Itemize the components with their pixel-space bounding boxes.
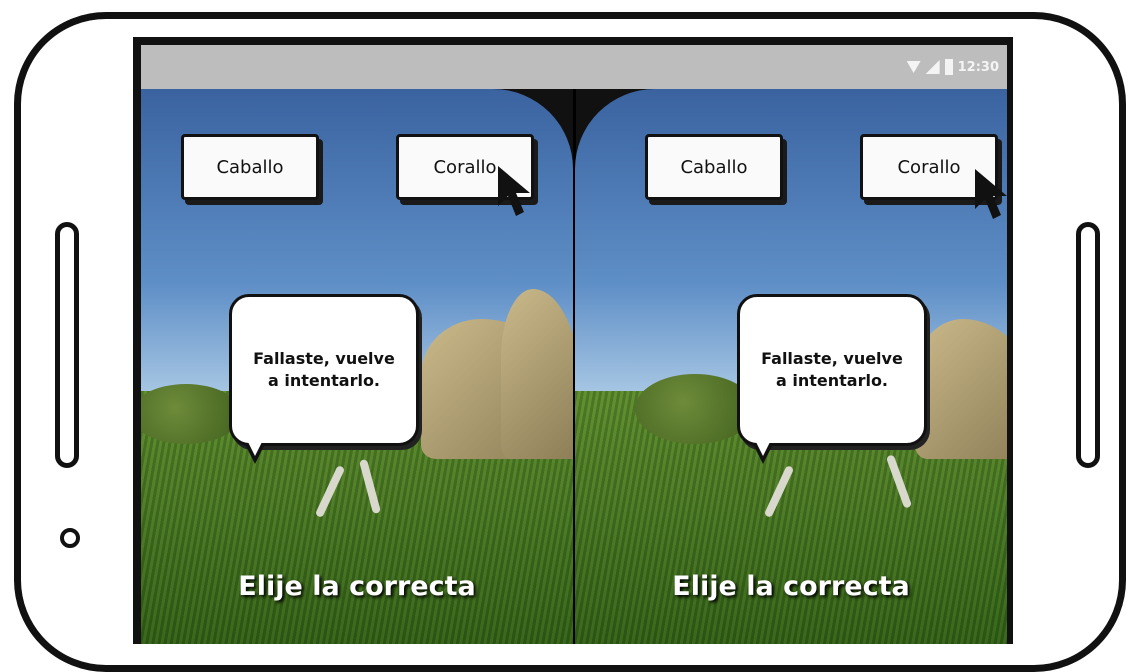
front-camera-dot (60, 528, 80, 548)
option-button-caballo[interactable]: Caballo (181, 134, 319, 200)
status-bar: 12:30 (141, 45, 1007, 89)
bubble-tail-fill (248, 442, 262, 456)
pointer-cursor-icon (975, 169, 1007, 219)
vr-view-right: Caballo Corallo Fallaste, vuelve a inten… (575, 89, 1007, 644)
battery-icon (944, 59, 953, 75)
wifi-icon (906, 61, 921, 73)
feedback-bubble: Fallaste, vuelve a intentarlo. (737, 294, 927, 446)
rock-cliff (501, 289, 573, 459)
vr-view-left: Caballo Corallo Fallaste, vuelve a inten… (141, 89, 573, 644)
phone-screen: 12:30 Caballo Corallo Fallaste, vuelve a… (133, 37, 1013, 644)
feedback-bubble: Fallaste, vuelve a intentarlo. (229, 294, 419, 446)
bubble-tail-fill (756, 442, 770, 456)
instruction-caption: Elije la correcta (672, 571, 910, 602)
rock-hill (915, 319, 1007, 459)
status-time: 12:30 (957, 59, 999, 75)
signal-icon (925, 60, 940, 74)
pointer-cursor-icon (498, 166, 530, 216)
power-button-right (1076, 222, 1100, 468)
instruction-caption: Elije la correcta (238, 571, 476, 602)
volume-button-left (55, 222, 79, 468)
option-button-caballo[interactable]: Caballo (645, 134, 783, 200)
